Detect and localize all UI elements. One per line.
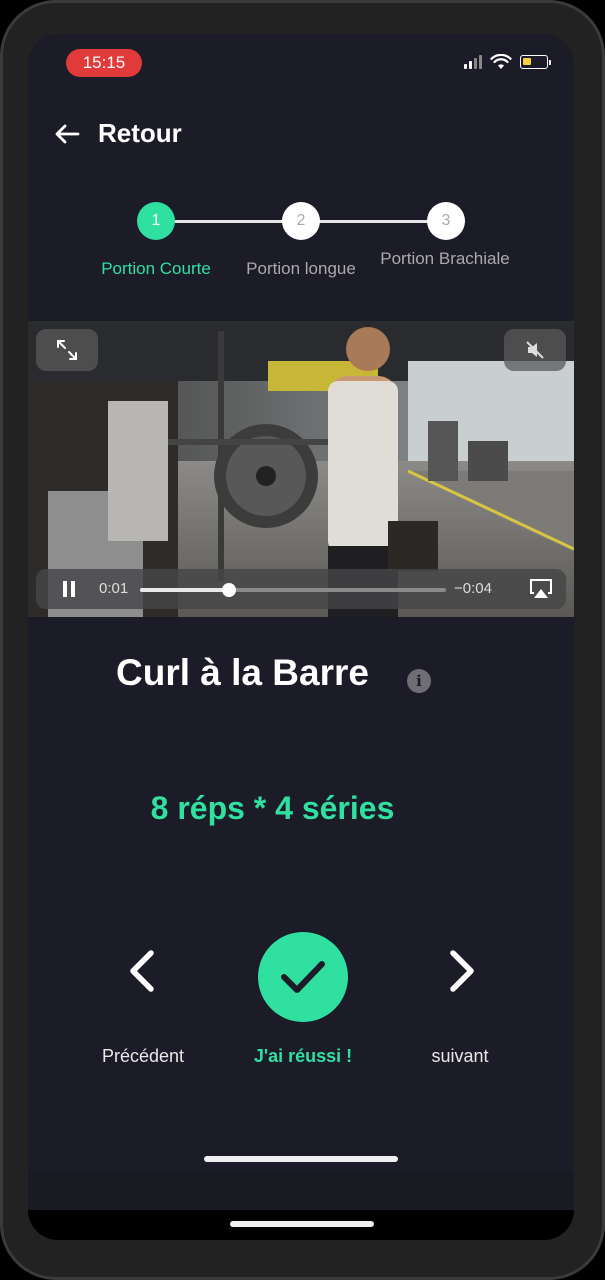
back-button[interactable]: Retour [54,118,182,149]
mute-icon [526,341,544,359]
progress-fill [140,588,229,592]
video-controls: 0:01 −0:04 [36,569,566,609]
arrow-left-icon [55,124,80,143]
pause-icon [63,581,75,597]
status-icons [464,54,551,70]
battery-icon [520,55,551,69]
wifi-icon [490,54,512,69]
step-1[interactable]: 1 [137,202,175,240]
cellular-signal-icon [464,55,482,69]
bottom-strip [28,1172,574,1210]
mute-button[interactable] [504,329,566,371]
exercise-video-player[interactable]: 0:01 −0:04 [28,321,574,617]
remaining-time: −0:04 [454,580,492,597]
success-label[interactable]: J'ai réussi ! [233,1046,373,1067]
step-number: 3 [441,212,451,229]
progress-knob[interactable] [221,583,236,597]
chevron-left-icon [130,950,154,992]
previous-label[interactable]: Précédent [73,1046,213,1067]
chevron-right-icon [450,950,474,992]
step-number: 1 [151,212,161,229]
exercise-title: Curl à la Barre [116,652,369,693]
back-label: Retour [98,118,182,148]
step-2[interactable]: 2 [282,202,320,240]
portion-stepper: 1 2 3 Portion Courte Portion longue Port… [28,202,574,302]
next-button[interactable] [440,949,484,993]
app-home-indicator [204,1156,398,1162]
step-label-2[interactable]: Portion longue [226,259,376,279]
airplay-button[interactable] [528,578,554,600]
next-label[interactable]: suivant [390,1046,530,1067]
step-3[interactable]: 3 [427,202,465,240]
current-time: 0:01 [99,580,129,597]
status-time: 15:15 [66,49,142,77]
pause-button[interactable] [60,580,78,598]
exercise-title-row: Curl à la Barre i [28,652,574,702]
airplay-icon [530,579,552,598]
app-screen: 15:15 Retour 1 2 3 Portion Courte Portio… [28,34,574,1240]
exercise-actions: Précédent J'ai réussi ! suivant [28,929,574,1079]
video-progress-bar[interactable] [140,583,446,597]
check-icon [281,961,325,993]
fullscreen-button[interactable] [36,329,98,371]
expand-icon [57,340,77,360]
info-icon[interactable]: i [407,669,431,693]
previous-button[interactable] [120,949,164,993]
home-indicator[interactable] [230,1221,374,1227]
step-label-3[interactable]: Portion Brachiale [370,249,520,269]
success-button[interactable] [258,932,348,1022]
reps-sets-text: 8 réps * 4 séries [150,790,395,826]
step-label-1[interactable]: Portion Courte [81,259,231,279]
top-bar: Retour [28,112,574,156]
status-bar: 15:15 [28,34,574,94]
phone-frame: 15:15 Retour 1 2 3 Portion Courte Portio… [0,0,605,1280]
step-number: 2 [296,212,306,229]
